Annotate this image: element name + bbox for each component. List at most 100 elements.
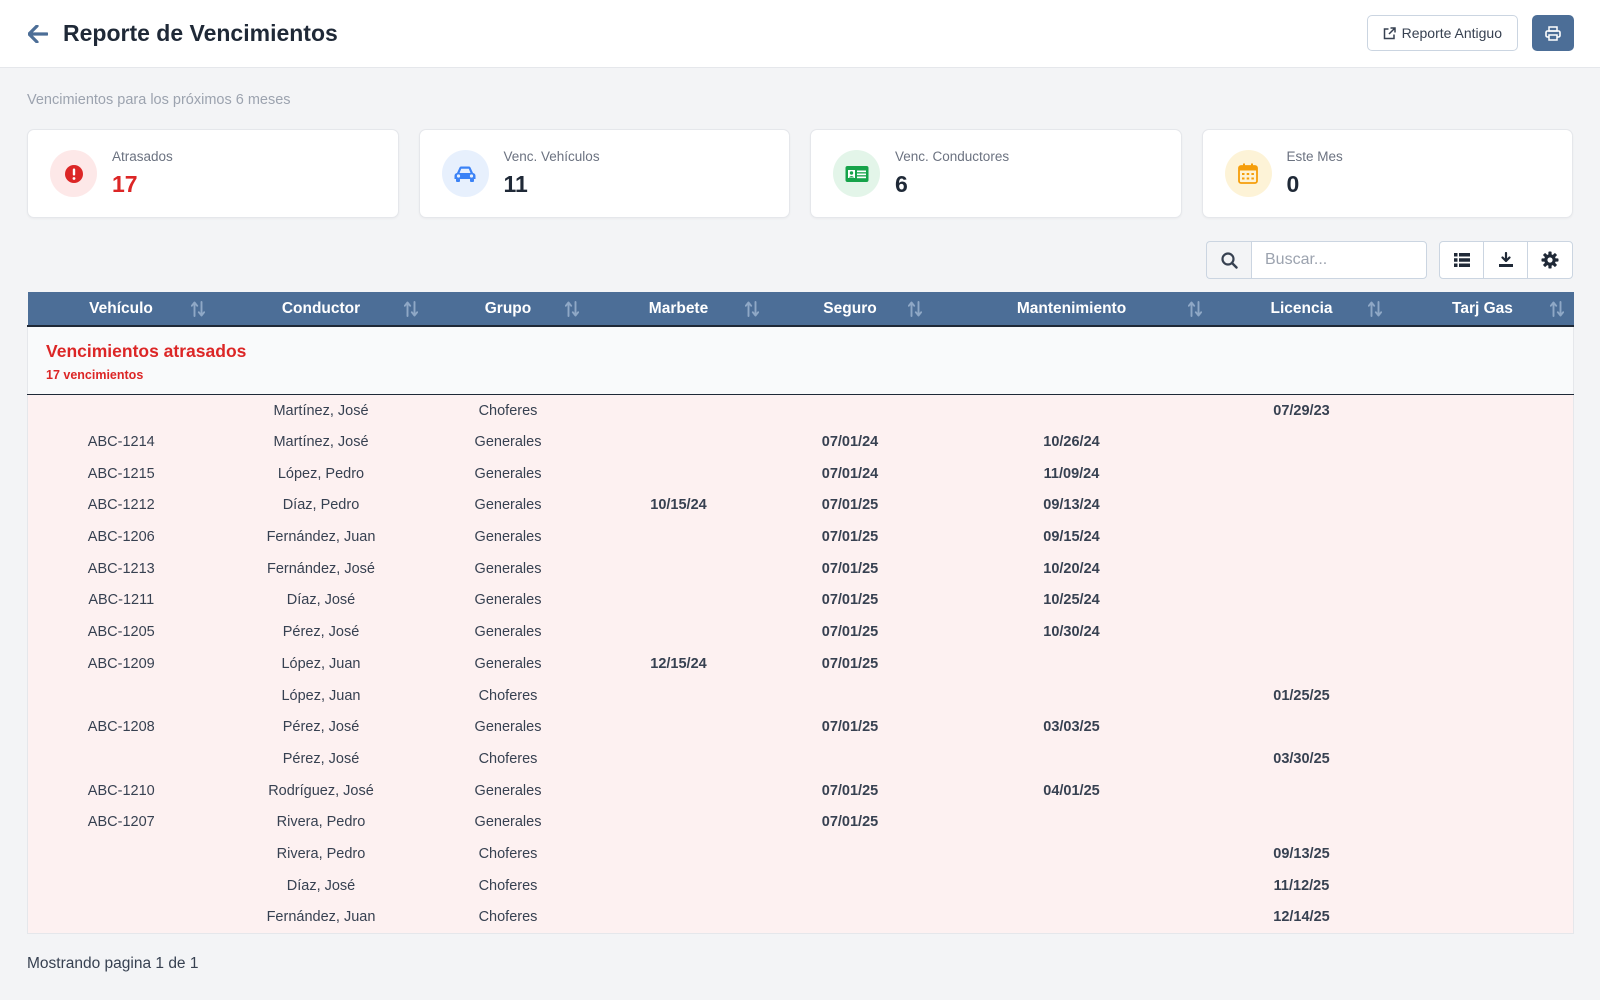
table-row[interactable]: ABC-1210 Rodríguez, José Generales 07/01/25… [27, 774, 1574, 807]
table-row[interactable]: Martínez, José Choferes 07/29/23 [27, 394, 1574, 427]
column-header[interactable]: Seguro [768, 292, 932, 327]
table-cell: 07/01/25 [768, 616, 932, 648]
table-cell [1391, 679, 1574, 712]
column-header-label: Conductor [281, 299, 361, 317]
table-cell [1211, 648, 1392, 680]
table-cell: ABC-1209 [27, 648, 215, 680]
table-toolbar [1206, 241, 1573, 279]
table-cell [588, 869, 769, 902]
table-cell: López, Juan [214, 648, 428, 680]
card-label: Este Mes [1286, 149, 1343, 164]
settings-button[interactable] [1528, 242, 1572, 278]
table-row[interactable]: ABC-1208 Pérez, José Generales 07/01/25 03/0… [27, 711, 1574, 744]
calendar-icon [1224, 150, 1272, 197]
column-header[interactable]: Vehículo [27, 292, 215, 327]
table-cell: Choferes [427, 679, 589, 712]
table-cell: Díaz, Pedro [214, 489, 428, 522]
table-row[interactable]: ABC-1212 Díaz, Pedro Generales 10/15/24 07/0… [27, 489, 1574, 522]
table-cell: López, Juan [214, 679, 428, 712]
table-cell: 09/13/24 [931, 489, 1212, 522]
print-button[interactable] [1532, 15, 1574, 51]
sort-icon[interactable] [1367, 301, 1382, 317]
table-cell [1391, 616, 1574, 648]
table-row[interactable]: Díaz, José Choferes 11/12/25 [27, 869, 1574, 902]
column-header[interactable]: Licencia [1211, 292, 1392, 327]
sort-icon[interactable] [403, 301, 418, 317]
table-cell: 09/13/25 [1211, 838, 1392, 870]
table-cell: 11/09/24 [931, 457, 1212, 490]
search-button[interactable] [1206, 241, 1251, 279]
table-cell: Choferes [427, 901, 589, 934]
table-cell [931, 838, 1212, 870]
table-cell [1391, 743, 1574, 775]
table-cell [27, 838, 215, 870]
old-report-button[interactable]: Reporte Antiguo [1366, 15, 1518, 51]
table-cell: Choferes [427, 869, 589, 902]
table-cell: Díaz, José [214, 584, 428, 617]
table-row[interactable]: ABC-1213 Fernández, José Generales 07/01/25… [27, 552, 1574, 585]
table-cell: ABC-1208 [27, 711, 215, 744]
external-link-icon [1383, 26, 1396, 39]
gear-icon [1541, 251, 1559, 269]
page-subtitle: Vencimientos para los próximos 6 meses [27, 92, 291, 108]
table-cell: Generales [427, 774, 589, 807]
table-cell: Rodríguez, José [214, 774, 428, 807]
table-cell: 10/20/24 [931, 552, 1212, 585]
sort-icon[interactable] [744, 301, 759, 317]
table-cell [768, 869, 932, 902]
old-report-label: Reporte Antiguo [1401, 25, 1502, 41]
sort-icon[interactable] [564, 301, 579, 317]
list-view-button[interactable] [1440, 242, 1484, 278]
export-button[interactable] [1484, 242, 1528, 278]
export-icon [1498, 252, 1513, 267]
table-cell: 07/01/25 [768, 648, 932, 680]
table-row[interactable]: ABC-1205 Pérez, José Generales 07/01/25 10/3… [27, 616, 1574, 648]
column-header-label: Marbete [648, 299, 709, 317]
table-cell: Generales [427, 711, 589, 744]
table-row[interactable]: Rivera, Pedro Choferes 09/13/25 [27, 838, 1574, 870]
column-header[interactable]: Tarj Gas [1391, 292, 1574, 327]
table-cell [1211, 774, 1392, 807]
table-row[interactable]: Pérez, José Choferes 03/30/25 [27, 743, 1574, 775]
table-cell: Pérez, José [214, 743, 428, 775]
column-header[interactable]: Marbete [588, 292, 769, 327]
column-header[interactable]: Mantenimiento [931, 292, 1212, 327]
table-cell [1391, 394, 1574, 427]
table-row[interactable]: Fernández, Juan Choferes 12/14/25 [27, 901, 1574, 934]
column-header[interactable]: Grupo [427, 292, 589, 327]
back-button[interactable] [27, 23, 49, 45]
card-label: Venc. Conductores [895, 149, 1010, 164]
table-row[interactable]: ABC-1215 López, Pedro Generales 07/01/24 11/… [27, 457, 1574, 490]
sort-icon[interactable] [1549, 301, 1564, 317]
table-cell: Rivera, Pedro [214, 838, 428, 870]
table-cell: 07/01/24 [768, 457, 932, 490]
table-cell: 04/01/25 [931, 774, 1212, 807]
table-cell [768, 679, 932, 712]
table-row[interactable]: ABC-1207 Rivera, Pedro Generales 07/01/25 [27, 806, 1574, 839]
table-cell: Generales [427, 552, 589, 585]
summary-cards: Atrasados 17 Venc. Vehículos 11 Venc. Co… [27, 129, 1573, 218]
table-cell: 09/15/24 [931, 521, 1212, 553]
table-cell [1211, 457, 1392, 490]
table-cell: Pérez, José [214, 616, 428, 648]
table-cell [588, 521, 769, 553]
table-row[interactable]: ABC-1206 Fernández, Juan Generales 07/01/25… [27, 521, 1574, 553]
table-cell: Fernández, José [214, 552, 428, 585]
table-cell [931, 394, 1212, 427]
table-cell [588, 838, 769, 870]
sort-icon[interactable] [907, 301, 922, 317]
table-row[interactable]: ABC-1211 Díaz, José Generales 07/01/25 10/25… [27, 584, 1574, 617]
table-row[interactable]: ABC-1209 López, Juan Generales 12/15/24 07/0… [27, 648, 1574, 680]
table-cell: Choferes [427, 838, 589, 870]
table-cell [1211, 806, 1392, 839]
table-cell: ABC-1213 [27, 552, 215, 585]
table-row[interactable]: López, Juan Choferes 01/25/25 [27, 679, 1574, 712]
table-body: Martínez, José Choferes 07/29/23 ABC-1214 Ma… [27, 394, 1574, 934]
search-input[interactable] [1251, 241, 1427, 279]
table-cell [768, 743, 932, 775]
sort-icon[interactable] [1187, 301, 1202, 317]
list-icon [1453, 253, 1470, 267]
column-header[interactable]: Conductor [214, 292, 428, 327]
sort-icon[interactable] [190, 301, 205, 317]
table-row[interactable]: ABC-1214 Martínez, José Generales 07/01/24 1… [27, 426, 1574, 458]
